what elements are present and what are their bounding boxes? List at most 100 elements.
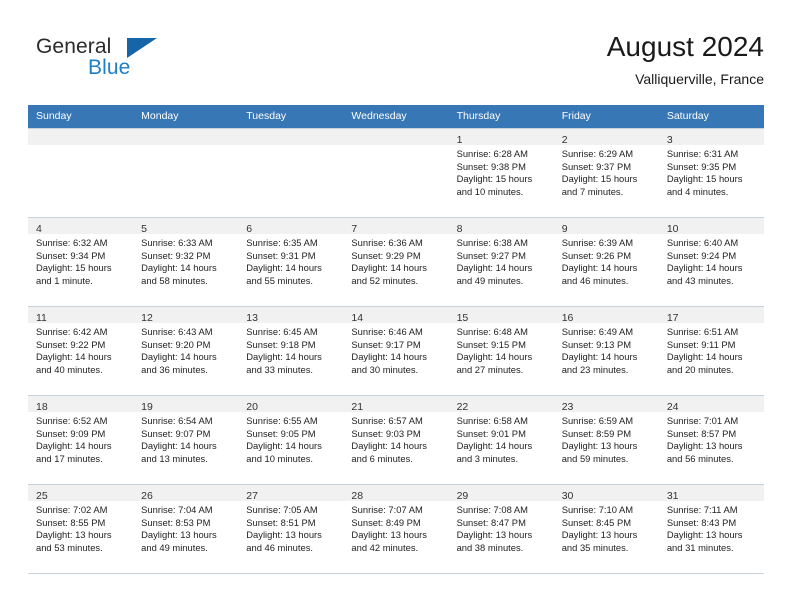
daylight-text-line2: and 43 minutes. [666, 274, 734, 286]
day-number-band: 1 [448, 129, 554, 146]
sunset-text: Sunset: 9:32 PM [141, 249, 211, 261]
calendar-day-cell[interactable]: 10 Sunrise: 6:40 AM Sunset: 9:24 PM Dayligh… [658, 217, 764, 307]
daylight-text-line1: Daylight: 14 hours [246, 262, 322, 274]
day-number: 15 [456, 312, 469, 324]
day-number: 2 [561, 134, 568, 146]
weekday-header-wednesday: Wednesday [343, 105, 449, 129]
calendar-day-cell[interactable]: 14 Sunrise: 6:46 AM Sunset: 9:17 PM Dayligh… [343, 306, 449, 396]
day-number-band: 31 [658, 485, 764, 502]
daylight-text-line2: and 27 minutes. [456, 363, 524, 375]
calendar-day-cell[interactable]: 29 Sunrise: 7:08 AM Sunset: 8:47 PM Dayligh… [448, 484, 554, 574]
day-cell-details: Sunrise: 7:01 AM Sunset: 8:57 PM Daylight:… [659, 412, 764, 465]
daylight-text-line2: and 10 minutes. [456, 185, 524, 197]
general-blue-logo[interactable]: General Blue [28, 33, 248, 89]
calendar-day-cell[interactable]: 19 Sunrise: 6:54 AM Sunset: 9:07 PM Dayligh… [133, 395, 239, 485]
daylight-text-line1: Daylight: 14 hours [351, 351, 427, 363]
calendar-day-cell[interactable]: 22 Sunrise: 6:58 AM Sunset: 9:01 PM Dayligh… [448, 395, 554, 485]
calendar-day-cell[interactable]: 26 Sunrise: 7:04 AM Sunset: 8:53 PM Dayligh… [133, 484, 239, 574]
day-number: 10 [666, 223, 679, 235]
day-number-band: 25 [28, 485, 134, 502]
day-cell-details: Sunrise: 7:08 AM Sunset: 8:47 PM Daylight:… [449, 501, 554, 554]
calendar-day-cell[interactable]: 23 Sunrise: 6:59 AM Sunset: 8:59 PM Dayligh… [553, 395, 659, 485]
calendar-day-cell[interactable]: 15 Sunrise: 6:48 AM Sunset: 9:15 PM Dayligh… [448, 306, 554, 396]
calendar-day-cell[interactable]: 5 Sunrise: 6:33 AM Sunset: 9:32 PM Daylight… [133, 217, 239, 307]
sunset-text: Sunset: 9:05 PM [246, 427, 316, 439]
day-cell-details: Sunrise: 6:32 AM Sunset: 9:34 PM Daylight:… [28, 234, 133, 287]
daylight-text-line2: and 7 minutes. [561, 185, 624, 197]
sunrise-text: Sunrise: 6:51 AM [666, 326, 739, 337]
calendar-day-cell[interactable]: 13 Sunrise: 6:45 AM Sunset: 9:18 PM Dayligh… [238, 306, 344, 396]
calendar-day-cell[interactable]: 21 Sunrise: 6:57 AM Sunset: 9:03 PM Dayligh… [343, 395, 449, 485]
weekday-header-tuesday: Tuesday [238, 105, 344, 129]
sunset-text: Sunset: 9:01 PM [456, 427, 526, 439]
day-number: 16 [561, 312, 574, 324]
calendar-day-cell[interactable]: 1 Sunrise: 6:28 AM Sunset: 9:38 PM Daylight… [448, 128, 554, 218]
calendar-day-cell[interactable]: 3 Sunrise: 6:31 AM Sunset: 9:35 PM Daylight… [658, 128, 764, 218]
day-cell-inner: 25 Sunrise: 7:02 AM Sunset: 8:55 PM Dayligh… [28, 485, 134, 573]
day-number: 29 [456, 490, 469, 502]
day-cell-inner: 15 Sunrise: 6:48 AM Sunset: 9:15 PM Dayligh… [448, 307, 554, 395]
daylight-text-line1: Daylight: 14 hours [456, 440, 533, 452]
calendar-day-cell[interactable]: 28 Sunrise: 7:07 AM Sunset: 8:49 PM Dayligh… [343, 484, 449, 574]
calendar-day-cell[interactable]: 24 Sunrise: 7:01 AM Sunset: 8:57 PM Dayligh… [658, 395, 764, 485]
sunset-text: Sunset: 8:59 PM [561, 427, 632, 439]
day-number-band [343, 129, 449, 145]
calendar-day-cell[interactable]: 8 Sunrise: 6:38 AM Sunset: 9:27 PM Daylight… [448, 217, 554, 307]
day-number-band: 19 [133, 396, 239, 413]
calendar-day-cell[interactable]: 27 Sunrise: 7:05 AM Sunset: 8:51 PM Dayligh… [238, 484, 344, 574]
day-number-band [238, 129, 344, 145]
sunset-text: Sunset: 9:03 PM [351, 427, 421, 439]
sunset-text: Sunset: 9:17 PM [351, 338, 421, 350]
day-cell-inner: 14 Sunrise: 6:46 AM Sunset: 9:17 PM Dayligh… [343, 307, 449, 395]
daylight-text-line1: Daylight: 14 hours [456, 351, 533, 363]
calendar-day-cell[interactable]: 25 Sunrise: 7:02 AM Sunset: 8:55 PM Dayligh… [28, 484, 134, 574]
calendar-day-cell[interactable]: 16 Sunrise: 6:49 AM Sunset: 9:13 PM Dayligh… [553, 306, 659, 396]
calendar-body: 1 Sunrise: 6:28 AM Sunset: 9:38 PM Daylight… [28, 128, 764, 574]
day-cell-inner: 1 Sunrise: 6:28 AM Sunset: 9:38 PM Daylight… [448, 129, 554, 217]
calendar-day-cell[interactable]: 2 Sunrise: 6:29 AM Sunset: 9:37 PM Daylight… [553, 128, 659, 218]
day-cell-inner: 31 Sunrise: 7:11 AM Sunset: 8:43 PM Dayligh… [658, 485, 764, 573]
day-number: 21 [351, 401, 364, 413]
daylight-text-line2: and 38 minutes. [456, 541, 524, 553]
weekday-header-saturday: Saturday [658, 105, 764, 129]
sunset-text: Sunset: 9:37 PM [561, 160, 632, 172]
day-number: 12 [141, 312, 153, 324]
calendar-day-cell[interactable]: 7 Sunrise: 6:36 AM Sunset: 9:29 PM Daylight… [343, 217, 449, 307]
day-number-band: 28 [343, 485, 449, 502]
sunrise-text: Sunrise: 7:02 AM [36, 504, 108, 515]
calendar-day-cell[interactable]: 30 Sunrise: 7:10 AM Sunset: 8:45 PM Dayligh… [553, 484, 659, 574]
day-number-band: 5 [133, 218, 239, 235]
sunset-text: Sunset: 9:31 PM [246, 249, 316, 261]
calendar-day-cell[interactable]: 11 Sunrise: 6:42 AM Sunset: 9:22 PM Dayligh… [28, 306, 134, 396]
sunset-text: Sunset: 9:15 PM [456, 338, 526, 350]
daylight-text-line2: and 56 minutes. [666, 452, 734, 464]
sunset-text: Sunset: 9:26 PM [561, 249, 632, 261]
day-cell-details: Sunrise: 6:59 AM Sunset: 8:59 PM Daylight:… [554, 412, 659, 465]
day-cell-inner: 7 Sunrise: 6:36 AM Sunset: 9:29 PM Daylight… [343, 218, 449, 306]
daylight-text-line2: and 3 minutes. [456, 452, 519, 464]
calendar-day-cell[interactable]: 31 Sunrise: 7:11 AM Sunset: 8:43 PM Dayligh… [658, 484, 764, 574]
day-cell-details: Sunrise: 6:43 AM Sunset: 9:20 PM Daylight:… [133, 323, 238, 376]
calendar-day-cell[interactable]: 18 Sunrise: 6:52 AM Sunset: 9:09 PM Dayligh… [28, 395, 134, 485]
calendar-day-cell[interactable]: 12 Sunrise: 6:43 AM Sunset: 9:20 PM Dayligh… [133, 306, 239, 396]
sunrise-text: Sunrise: 6:32 AM [36, 237, 108, 248]
day-cell-inner: 29 Sunrise: 7:08 AM Sunset: 8:47 PM Dayligh… [448, 485, 554, 573]
day-number: 3 [666, 134, 673, 146]
calendar-day-cell[interactable]: 4 Sunrise: 6:32 AM Sunset: 9:34 PM Daylight… [28, 217, 134, 307]
day-number: 5 [141, 223, 147, 235]
calendar-header-row-group: Sunday Monday Tuesday Wednesday Thursday… [28, 105, 764, 129]
day-number-band: 20 [238, 396, 344, 413]
day-cell-inner: 20 Sunrise: 6:55 AM Sunset: 9:05 PM Dayligh… [238, 396, 344, 484]
calendar-day-cell[interactable]: 17 Sunrise: 6:51 AM Sunset: 9:11 PM Dayligh… [658, 306, 764, 396]
calendar-day-cell[interactable]: 20 Sunrise: 6:55 AM Sunset: 9:05 PM Dayligh… [238, 395, 344, 485]
daylight-text-line1: Daylight: 14 hours [351, 262, 427, 274]
calendar-day-cell[interactable]: 6 Sunrise: 6:35 AM Sunset: 9:31 PM Daylight… [238, 217, 344, 307]
day-number: 22 [456, 401, 469, 413]
day-cell-details: Sunrise: 6:42 AM Sunset: 9:22 PM Daylight:… [28, 323, 133, 376]
calendar-day-cell[interactable]: 9 Sunrise: 6:39 AM Sunset: 9:26 PM Daylight… [553, 217, 659, 307]
day-number: 9 [561, 223, 568, 235]
sunrise-text: Sunrise: 6:49 AM [561, 326, 634, 337]
sunrise-text: Sunrise: 6:38 AM [456, 237, 528, 248]
day-cell-details: Sunrise: 7:07 AM Sunset: 8:49 PM Daylight:… [343, 501, 448, 554]
daylight-text-line2: and 4 minutes. [666, 185, 729, 197]
